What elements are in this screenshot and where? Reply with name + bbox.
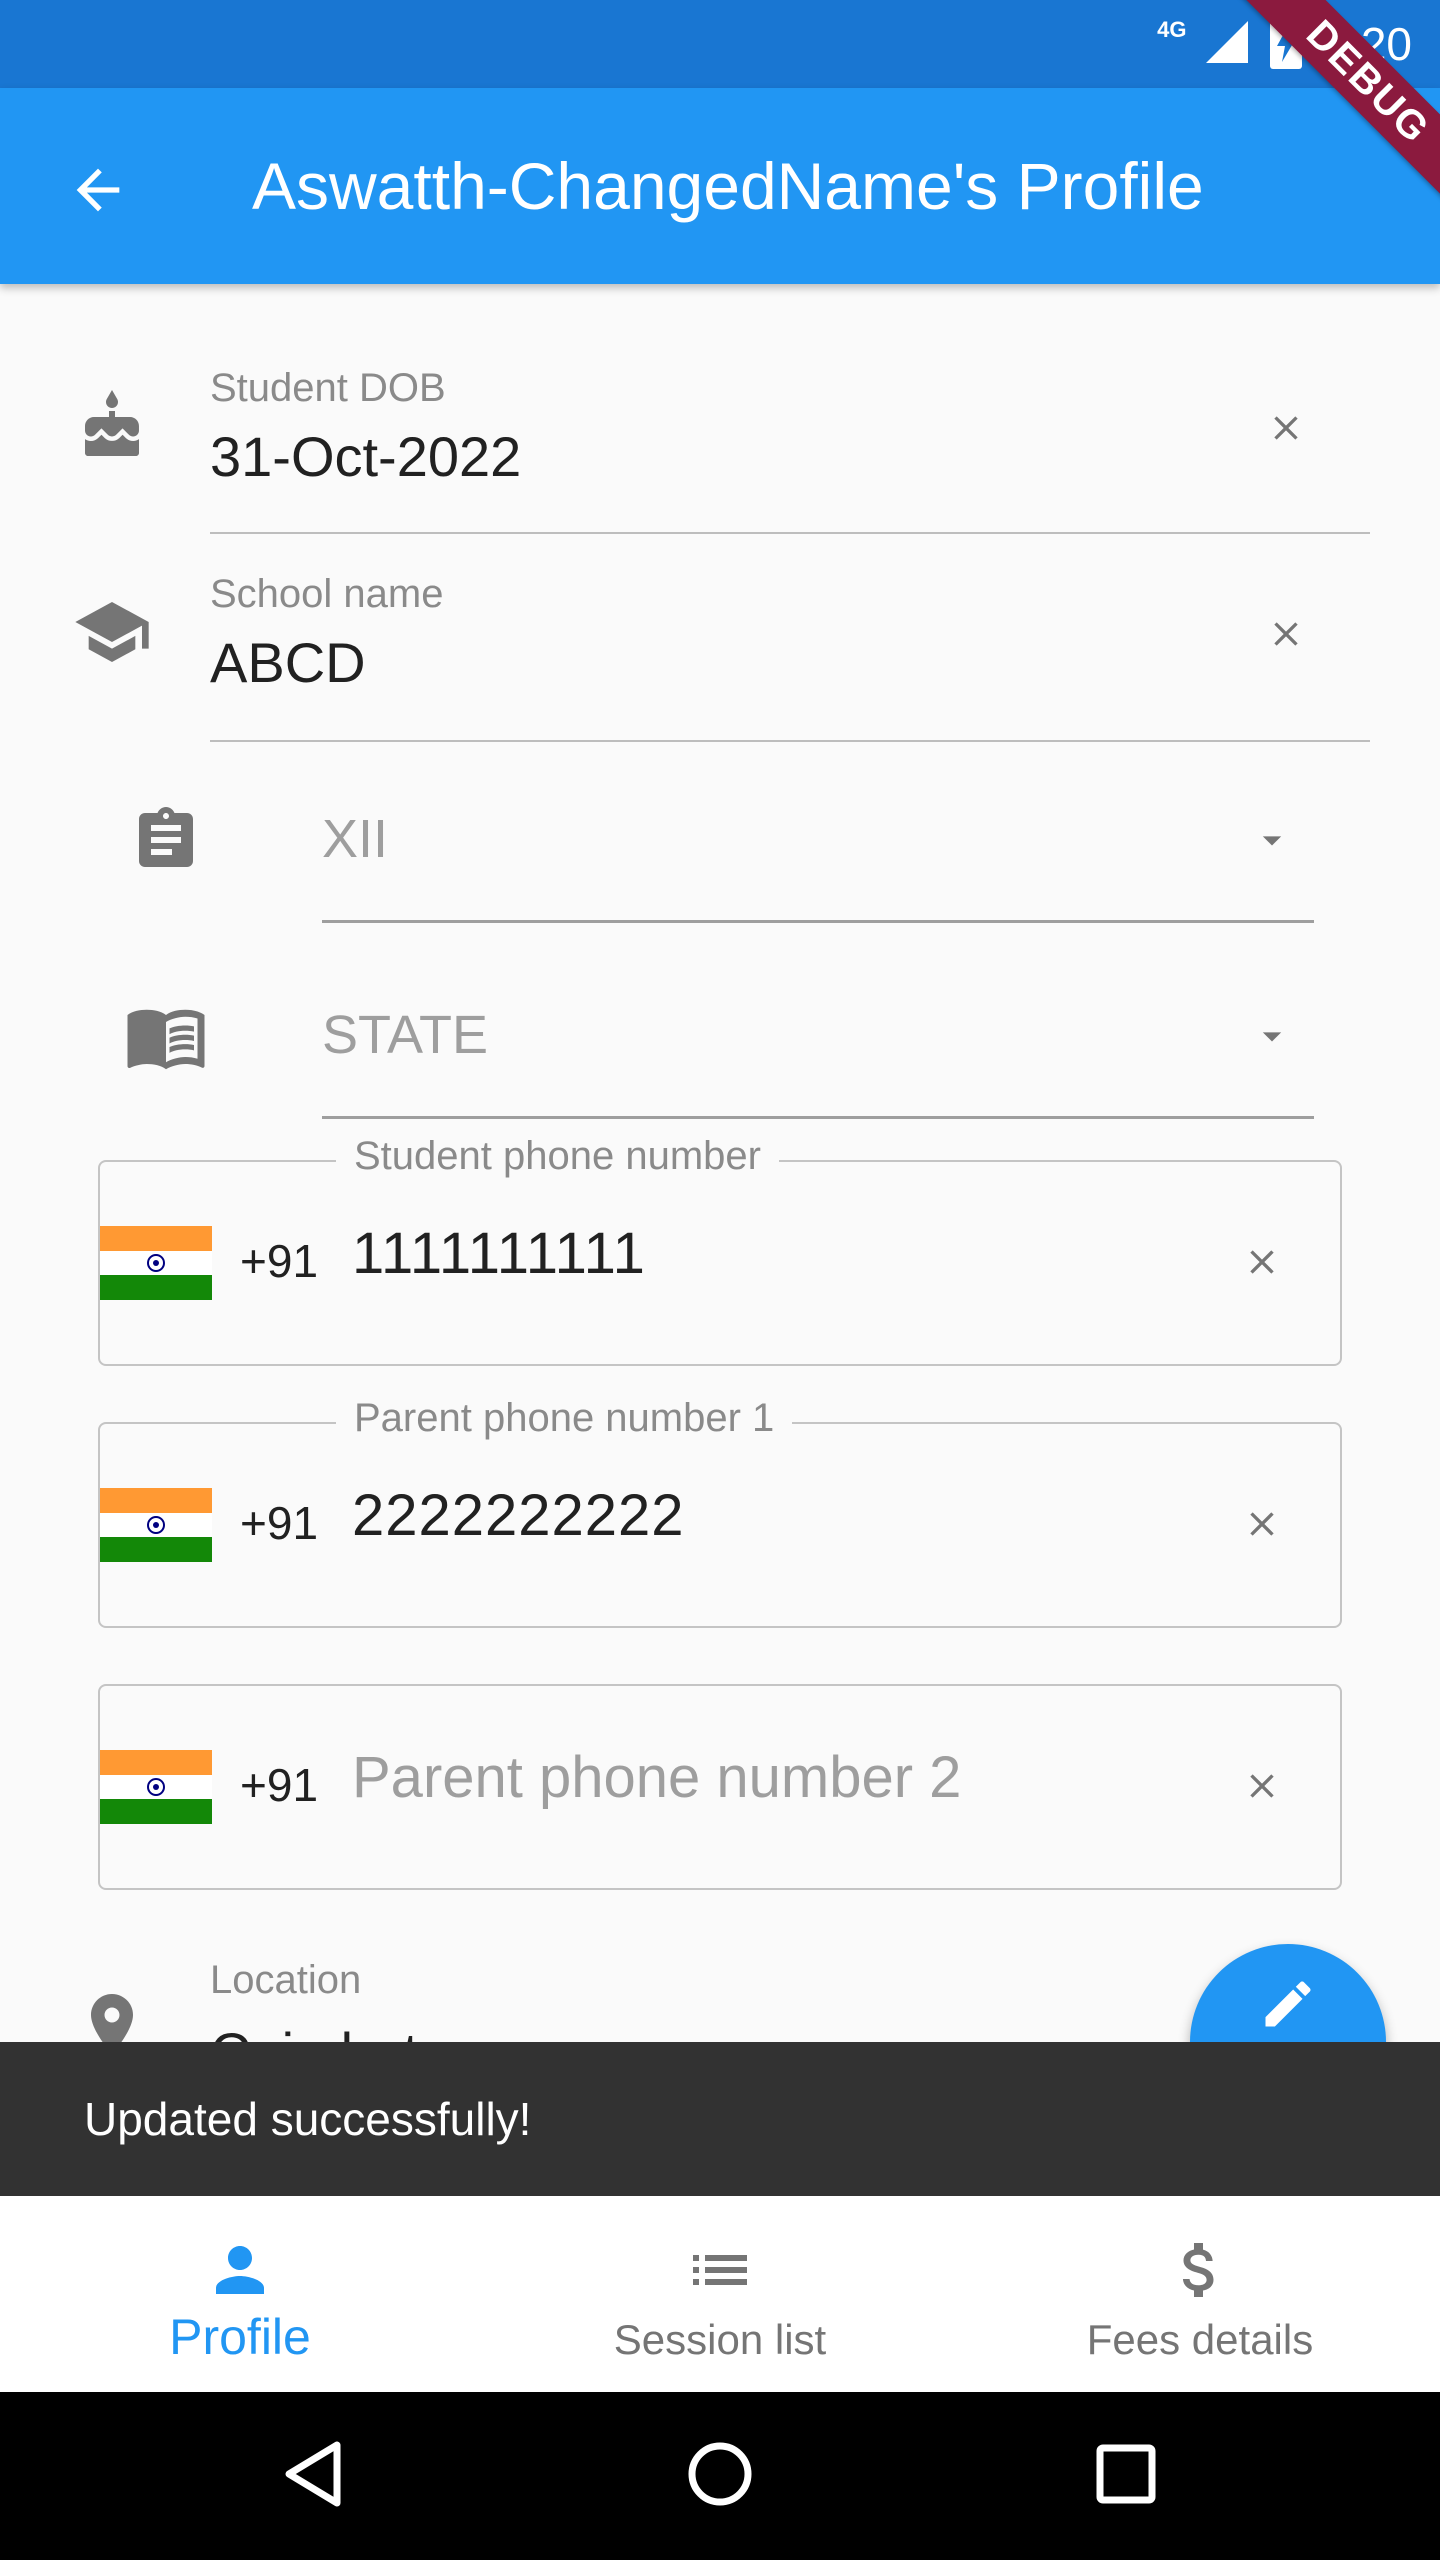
cake-icon — [70, 384, 154, 468]
signal-icon — [1204, 19, 1250, 70]
student-phone-label: Student phone number — [336, 1134, 779, 1179]
nav-item-profile[interactable]: Profile — [0, 2196, 480, 2392]
close-icon — [1242, 1504, 1282, 1549]
parent-phone-2-input[interactable]: Parent phone number 2 — [352, 1744, 961, 1811]
book-icon — [124, 994, 208, 1078]
parent-phone-2-field[interactable]: +91 Parent phone number 2 — [98, 1684, 1342, 1890]
close-icon — [1266, 408, 1306, 453]
parent-phone-2-clear-button[interactable] — [1226, 1752, 1298, 1824]
india-flag-icon[interactable] — [100, 1488, 212, 1562]
bottom-navigation: Profile Session list Fees details — [0, 2196, 1440, 2392]
list-icon — [480, 2234, 960, 2306]
system-navigation-bar — [0, 2392, 1440, 2560]
nav-label-profile: Profile — [169, 2309, 311, 2365]
clipboard-icon — [124, 798, 208, 882]
board-underline — [322, 1116, 1314, 1119]
person-icon — [0, 2234, 480, 2306]
triangle-back-icon — [279, 2439, 349, 2514]
parent-phone-1-label: Parent phone number 1 — [336, 1396, 793, 1441]
page-title: Aswatth-ChangedName's Profile — [252, 149, 1204, 223]
student-phone-clear-button[interactable] — [1226, 1228, 1298, 1300]
dob-field[interactable]: Student DOB 31-Oct-2022 — [0, 340, 1440, 540]
school-icon — [70, 590, 154, 674]
snackbar-message: Updated successfully! — [84, 2093, 532, 2145]
close-icon — [1242, 1766, 1282, 1811]
dob-underline — [210, 532, 1370, 534]
nav-label-fees-details: Fees details — [1086, 2316, 1314, 2363]
nav-item-session-list[interactable]: Session list — [480, 2196, 960, 2392]
nav-label-session-list: Session list — [613, 2316, 827, 2363]
dropdown-arrow-icon — [1250, 818, 1294, 862]
school-underline — [210, 740, 1370, 742]
school-clear-button[interactable] — [1250, 600, 1322, 672]
system-home-button[interactable] — [672, 2428, 768, 2524]
dial-code: +91 — [240, 1497, 319, 1549]
close-icon — [1242, 1242, 1282, 1287]
parent-phone-1-input[interactable]: 2222222222 — [352, 1482, 685, 1549]
location-label: Location — [210, 1958, 362, 2002]
india-flag-icon[interactable] — [100, 1226, 212, 1300]
dropdown-arrow-icon — [1250, 1014, 1294, 1058]
square-recents-icon — [1095, 2443, 1157, 2510]
dob-label: Student DOB — [210, 366, 446, 410]
app-bar: Aswatth-ChangedName's Profile — [0, 88, 1440, 284]
school-label: School name — [210, 572, 444, 616]
dob-clear-button[interactable] — [1250, 394, 1322, 466]
india-flag-icon[interactable] — [100, 1750, 212, 1824]
dob-value: 31-Oct-2022 — [210, 425, 522, 488]
nav-item-fees-details[interactable]: Fees details — [960, 2196, 1440, 2392]
parent-phone-1-clear-button[interactable] — [1226, 1490, 1298, 1562]
circle-home-icon — [685, 2439, 755, 2514]
board-value: STATE — [322, 1005, 489, 1065]
parent-phone-1-field[interactable]: Parent phone number 1 +91 2222222222 — [98, 1396, 1342, 1628]
dial-code: +91 — [240, 1235, 319, 1287]
school-field[interactable]: School name ABCD — [0, 546, 1440, 746]
student-phone-field[interactable]: Student phone number +91 1111111111 — [98, 1134, 1342, 1366]
system-recents-button[interactable] — [1078, 2428, 1174, 2524]
grade-underline — [322, 920, 1314, 923]
board-dropdown[interactable]: STATE — [0, 976, 1440, 1126]
student-phone-input[interactable]: 1111111111 — [352, 1220, 646, 1287]
grade-value: XII — [322, 809, 389, 869]
dial-code: +91 — [240, 1759, 319, 1811]
school-value: ABCD — [210, 631, 366, 694]
dollar-icon — [960, 2234, 1440, 2306]
system-back-button[interactable] — [266, 2428, 362, 2524]
arrow-back-icon — [66, 158, 130, 227]
close-icon — [1266, 614, 1306, 659]
grade-dropdown[interactable]: XII — [0, 780, 1440, 930]
network-type-label: 4G — [1157, 17, 1187, 42]
status-bar: 4G 8:20 — [0, 0, 1440, 88]
back-button[interactable] — [58, 152, 138, 232]
snackbar: Updated successfully! — [0, 2042, 1440, 2196]
